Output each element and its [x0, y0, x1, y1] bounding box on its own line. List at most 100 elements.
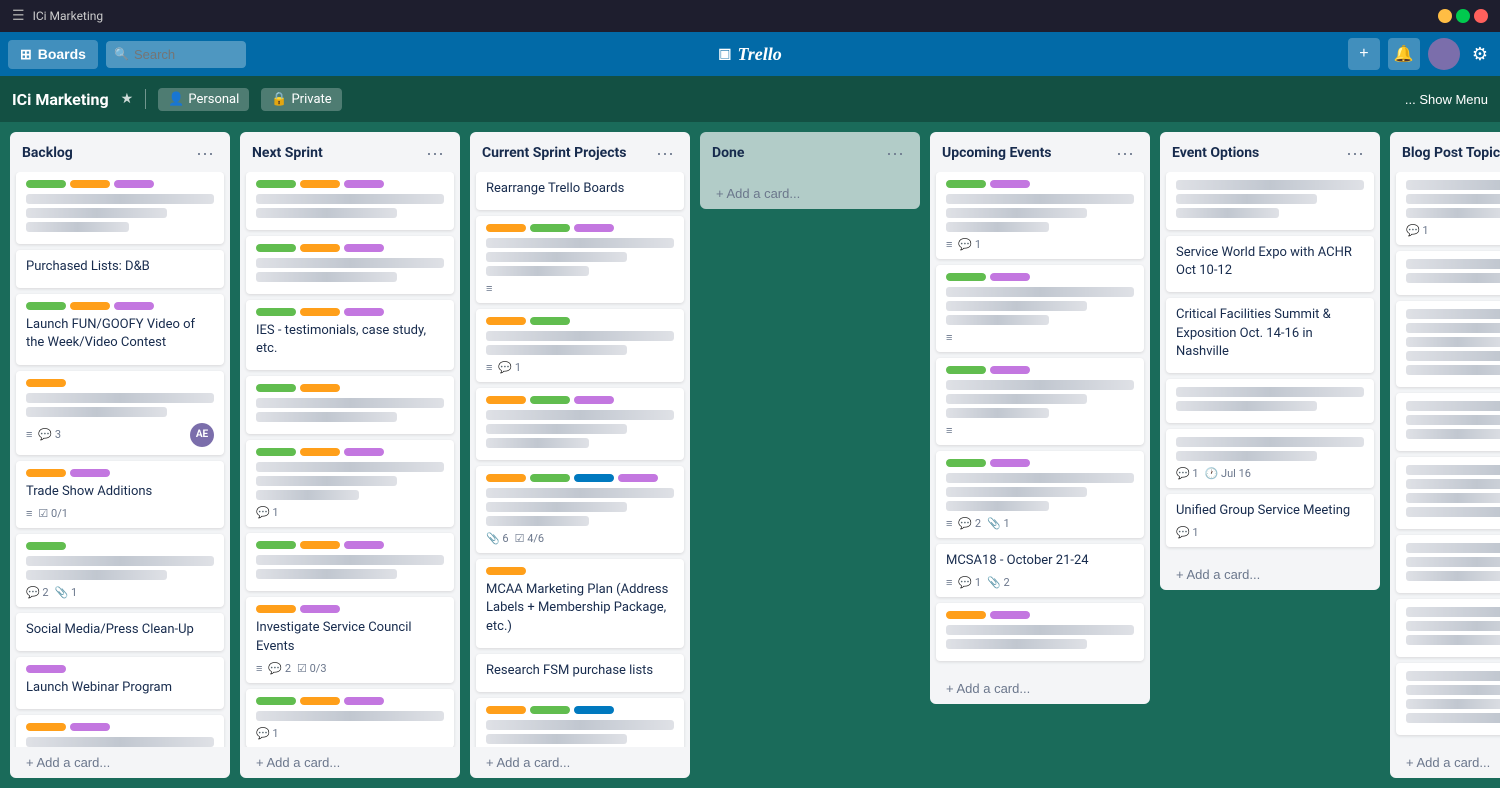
- add-card-button-backlog[interactable]: + Add a card...: [16, 747, 224, 778]
- list-item[interactable]: [936, 603, 1144, 661]
- label-blue: [574, 474, 614, 482]
- list-item[interactable]: 💬 1: [246, 440, 454, 527]
- add-card-button-event-options[interactable]: + Add a card...: [1166, 559, 1374, 590]
- add-card-button-next-sprint[interactable]: + Add a card...: [246, 747, 454, 778]
- card-blur-line: [1406, 337, 1500, 347]
- card-blur-line: [1406, 351, 1500, 361]
- column-menu-button-backlog[interactable]: ···: [192, 142, 218, 164]
- column-cards-upcoming-events: ≡💬 1≡≡≡💬 2📎 1MCSA18 - October 21-24≡💬 1📎…: [930, 172, 1150, 673]
- list-item[interactable]: [246, 533, 454, 591]
- label-orange: [486, 224, 526, 232]
- list-item[interactable]: ≡: [476, 216, 684, 303]
- star-icon[interactable]: ★: [121, 91, 134, 107]
- list-item[interactable]: [1396, 535, 1500, 593]
- list-item[interactable]: [1396, 663, 1500, 735]
- card-blur-line: [1406, 685, 1500, 695]
- personal-tag[interactable]: 👤 Personal: [158, 88, 249, 111]
- boards-button[interactable]: ⊞ Boards: [8, 40, 98, 69]
- add-card-button-blog-post-topics[interactable]: + Add a card...: [1396, 747, 1500, 778]
- list-item[interactable]: Social Media/Press Clean-Up: [16, 613, 224, 651]
- list-item[interactable]: [1396, 457, 1500, 529]
- column-menu-button-next-sprint[interactable]: ···: [422, 142, 448, 164]
- add-button[interactable]: +: [1348, 38, 1380, 70]
- list-item[interactable]: 💬 1: [246, 689, 454, 747]
- list-item[interactable]: 💬 1: [1396, 172, 1500, 245]
- settings-button[interactable]: ⚙: [1468, 40, 1492, 69]
- list-item[interactable]: [1166, 172, 1374, 230]
- list-item[interactable]: ≡: [16, 715, 224, 747]
- list-item[interactable]: [476, 388, 684, 460]
- list-item[interactable]: Purchased Lists: D&B: [16, 250, 224, 288]
- list-item[interactable]: [246, 172, 454, 230]
- label-purple: [114, 180, 154, 188]
- column-menu-button-current-sprint[interactable]: ···: [652, 142, 678, 164]
- card-comments: 💬 1: [256, 506, 279, 519]
- add-card-button-done[interactable]: + Add a card...: [706, 178, 914, 209]
- private-tag[interactable]: 🔒 Private: [261, 88, 341, 111]
- list-item[interactable]: [16, 172, 224, 244]
- label-orange: [486, 474, 526, 482]
- card-title: Trade Show Additions: [26, 483, 214, 501]
- list-item[interactable]: MCAA Marketing Plan (Address Labels + Me…: [476, 559, 684, 648]
- search-input[interactable]: [106, 41, 246, 68]
- list-item[interactable]: ≡: [936, 265, 1144, 352]
- list-item[interactable]: Critical Facilities Summit & Exposition …: [1166, 298, 1374, 373]
- label-green: [530, 706, 570, 714]
- list-item[interactable]: [246, 376, 454, 434]
- list-item[interactable]: Rearrange Trello Boards: [476, 172, 684, 210]
- list-item[interactable]: 💬 1🕐 Jul 16: [1166, 429, 1374, 488]
- list-item[interactable]: [1396, 301, 1500, 387]
- label-orange: [300, 244, 340, 252]
- list-item[interactable]: ≡: [936, 358, 1144, 445]
- list-item[interactable]: Unified Group Service Meeting💬 1: [1166, 494, 1374, 547]
- card-labels: [26, 379, 214, 387]
- card-meta: ≡💬 2📎 1: [946, 517, 1134, 530]
- list-item[interactable]: [246, 236, 454, 294]
- card-meta: ≡💬 2☑ 0/3: [256, 662, 444, 675]
- card-blur-line: [1176, 437, 1364, 447]
- list-item[interactable]: ≡💬 1: [476, 309, 684, 382]
- list-item[interactable]: Service World Expo with ACHR Oct 10-12: [1166, 236, 1374, 292]
- card-description-icon: ≡: [946, 576, 952, 589]
- card-labels: [26, 302, 214, 310]
- card-labels: [256, 448, 444, 456]
- list-item[interactable]: [1396, 599, 1500, 657]
- minimize-button[interactable]: ─: [1438, 9, 1452, 23]
- list-item[interactable]: Launch Webinar Program: [16, 657, 224, 709]
- card-labels: [26, 469, 214, 477]
- add-card-button-current-sprint[interactable]: + Add a card...: [476, 747, 684, 778]
- list-item[interactable]: Research FSM purchase lists: [476, 654, 684, 692]
- close-button[interactable]: ✕: [1474, 9, 1488, 23]
- column-menu-button-event-options[interactable]: ···: [1342, 142, 1368, 164]
- list-item[interactable]: 📎 6☑ 4/6: [476, 698, 684, 747]
- list-item[interactable]: [1166, 379, 1374, 423]
- column-backlog: Backlog···Purchased Lists: D&BLaunch FUN…: [10, 132, 230, 778]
- column-menu-button-upcoming-events[interactable]: ···: [1112, 142, 1138, 164]
- maximize-button[interactable]: □: [1456, 9, 1470, 23]
- list-item[interactable]: MCSA18 - October 21-24≡💬 1📎 2: [936, 544, 1144, 597]
- list-item[interactable]: 💬 2📎 1: [16, 534, 224, 607]
- list-item[interactable]: Trade Show Additions≡☑ 0/1: [16, 461, 224, 528]
- nav-right: + 🔔 ⚙: [1348, 38, 1492, 70]
- avatar[interactable]: [1428, 38, 1460, 70]
- list-item[interactable]: ≡💬 2📎 1: [936, 451, 1144, 538]
- list-item[interactable]: IES - testimonials, case study, etc.: [246, 300, 454, 370]
- add-card-button-upcoming-events[interactable]: + Add a card...: [936, 673, 1144, 704]
- card-description-icon: ≡: [26, 428, 32, 441]
- label-green: [530, 474, 570, 482]
- nav-bar: ⊞ Boards 🔍 ▣ Trello + 🔔 ⚙: [0, 32, 1500, 76]
- list-item[interactable]: 📎 6☑ 4/6: [476, 466, 684, 553]
- list-item[interactable]: ≡💬 1: [936, 172, 1144, 259]
- card-attachments: 📎 1: [55, 586, 78, 599]
- show-menu-button[interactable]: ... Show Menu: [1405, 92, 1488, 107]
- list-item[interactable]: ≡💬 3AE: [16, 371, 224, 455]
- list-item[interactable]: Launch FUN/GOOFY Video of the Week/Video…: [16, 294, 224, 364]
- list-item[interactable]: [1396, 251, 1500, 295]
- column-menu-button-done[interactable]: ···: [882, 142, 908, 164]
- notifications-button[interactable]: 🔔: [1388, 38, 1420, 70]
- list-item[interactable]: Investigate Service Council Events≡💬 2☑ …: [246, 597, 454, 682]
- personal-label: Personal: [188, 92, 239, 107]
- label-blue: [574, 706, 614, 714]
- board-title[interactable]: ICi Marketing: [12, 90, 109, 109]
- list-item[interactable]: [1396, 393, 1500, 451]
